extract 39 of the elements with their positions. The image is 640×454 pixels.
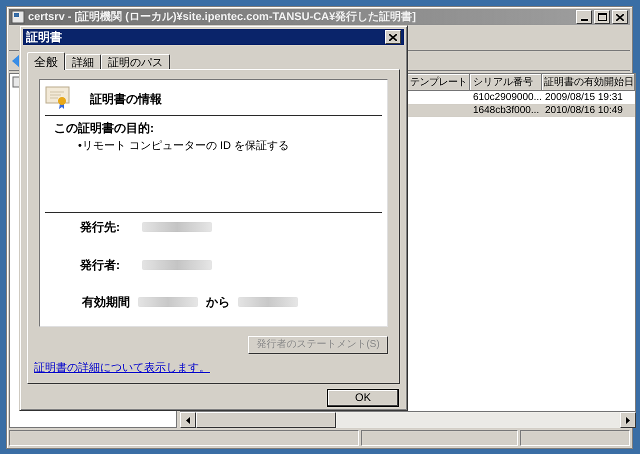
field-label: 発行者: [80,256,120,274]
field-label: 発行先: [80,218,120,236]
minimize-button[interactable] [576,10,592,24]
window-title: certsrv - [証明機関 (ローカル)¥site.ipentec.com-TANSU-CA¥発行した証明書] [28,10,416,24]
purpose-item: •リモート コンピューターの ID を保証する [78,138,290,154]
ok-button[interactable]: OK [327,389,399,407]
validity-connector: から [206,294,230,311]
tab[interactable]: 詳細 [65,54,101,69]
tab[interactable]: 全般 [27,52,65,70]
table-cell: 2009/08/15 19:31 [545,92,623,103]
close-button[interactable] [385,30,401,44]
table-cell: 2010/08/16 10:49 [545,105,623,116]
close-button[interactable] [612,10,628,24]
tab[interactable]: 証明のパス [101,54,170,69]
certificate-details-link[interactable]: 証明書の詳細について表示します。 [34,360,210,376]
table-cell: 610c2909000... [473,92,542,103]
validity-label: 有効期間 [82,294,130,311]
scroll-thumb[interactable] [196,412,336,428]
redacted-text [142,260,212,270]
redacted-text [238,296,298,307]
table-cell: 1648cb3f000... [473,105,540,116]
close-icon [389,34,397,40]
column-header[interactable]: シリアル番号 [470,74,542,91]
left-arrow-icon [186,416,190,424]
certificate-icon [45,84,71,110]
column-header[interactable]: 証明書の有効開始日 [542,74,635,91]
maximize-button[interactable] [594,10,610,24]
dialog-title: 証明書 [26,29,62,46]
redacted-text [142,222,212,232]
app-icon [11,10,25,24]
right-arrow-icon [626,416,630,424]
scroll-right-button[interactable] [620,412,636,428]
maximize-icon [598,13,606,21]
close-icon [616,14,624,20]
redacted-text [138,296,198,307]
section-heading: 証明書の情報 [90,91,162,108]
purpose-label: この証明書の目的: [54,120,154,137]
scroll-left-button[interactable] [180,412,196,428]
minimize-icon [580,19,588,21]
